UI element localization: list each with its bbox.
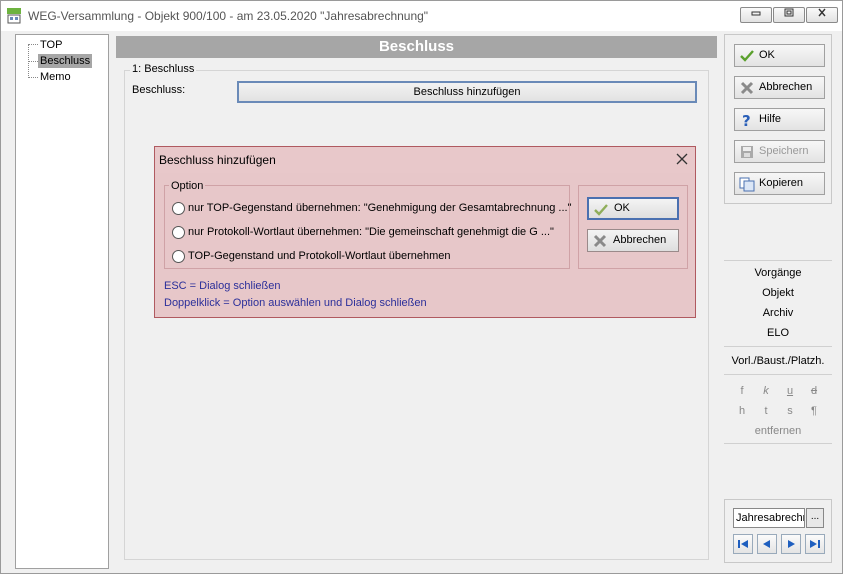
nav-prev-button[interactable] [757,534,777,554]
tree-item-beschluss[interactable]: Beschluss [38,54,93,68]
tree-connector [28,77,38,78]
format-strike-button[interactable]: d [806,385,822,397]
previous-record-icon [763,540,770,548]
next-record-icon [788,540,795,548]
ok-button[interactable]: OK [734,44,825,67]
help-icon: ? [742,112,751,128]
copy-label: Kopieren [759,177,804,189]
close-icon [818,8,826,17]
option-label-top[interactable]: nur TOP-Gegenstand übernehmen: "Genehmig… [188,202,571,214]
link-archiv[interactable]: Archiv [724,307,832,319]
ok-label: OK [759,49,775,61]
tree-connector [28,61,38,62]
cancel-label: Abbrechen [759,81,813,93]
close-window-button[interactable] [806,7,838,23]
add-beschluss-dialog: Beschluss hinzufügen Option nur TOP-Gege… [154,146,696,318]
record-selector[interactable]: Jahresabrechn [733,508,805,528]
link-panel: Vorgänge Objekt Archiv ELO Vorl./Baust./… [724,260,832,444]
tree-item-memo[interactable]: Memo [38,70,73,84]
add-beschluss-button[interactable]: Beschluss hinzufügen [237,81,697,103]
title-bar: WEG-Versammlung - Objekt 900/100 - am 23… [1,1,842,31]
link-elo[interactable]: ELO [724,327,832,339]
format-italic-button[interactable]: k [758,385,774,397]
hint-esc: ESC = Dialog schließen [164,280,281,292]
app-icon [7,8,21,24]
last-record-icon [810,540,820,548]
option-radio-wortlaut[interactable] [172,226,185,239]
page-title: Beschluss [116,36,717,58]
tree-connector [28,44,38,45]
format-bold-button[interactable]: f [734,385,750,397]
record-navigation-panel: Jahresabrechn ... [724,499,832,563]
main-window: WEG-Versammlung - Objekt 900/100 - am 23… [0,0,843,574]
link-objekt[interactable]: Objekt [724,287,832,299]
option-radio-both[interactable] [172,250,185,263]
option-label-both[interactable]: TOP-Gegenstand und Protokoll-Wortlaut üb… [188,250,451,262]
record-browse-button[interactable]: ... [806,508,824,528]
remove-format-button[interactable]: entfernen [724,425,832,437]
navigation-tree: TOP Beschluss Memo [15,34,109,569]
option-radio-top[interactable] [172,202,185,215]
svg-text:?: ? [742,112,751,128]
nav-first-button[interactable] [733,534,753,554]
dialog-close-icon[interactable] [674,151,690,167]
dialog-ok-button[interactable]: OK [587,197,679,220]
dialog-cancel-button[interactable]: Abbrechen [587,229,679,252]
cross-icon [593,234,607,248]
format-s-button[interactable]: s [782,405,798,417]
option-group-label: Option [169,180,206,192]
divider [724,346,832,347]
link-vorl-baust-platzh[interactable]: Vorl./Baust./Platzh. [724,355,832,367]
window-title: WEG-Versammlung - Objekt 900/100 - am 23… [28,9,429,23]
link-vorgaenge[interactable]: Vorgänge [724,267,832,279]
copy-icon [739,177,755,192]
maximize-icon [784,8,794,17]
first-record-icon [738,540,748,548]
hint-doubleclick: Doppelklick = Option auswählen und Dialo… [164,297,427,309]
minimize-icon [751,11,761,16]
save-label: Speichern [759,145,809,157]
group-label: 1: Beschluss [130,63,197,75]
checkmark-icon [594,204,608,216]
minimize-button[interactable] [740,7,772,23]
save-button[interactable]: Speichern [734,140,825,163]
format-t-button[interactable]: t [758,405,774,417]
format-paragraph-button[interactable]: ¶ [806,405,822,417]
cancel-button[interactable]: Abbrechen [734,76,825,99]
cross-icon [740,81,754,95]
dialog-title: Beschluss hinzufügen [155,147,695,173]
maximize-button[interactable] [773,7,805,23]
checkmark-icon [740,50,754,62]
nav-last-button[interactable] [805,534,825,554]
help-button[interactable]: ? Hilfe [734,108,825,131]
beschluss-field-label: Beschluss: [132,84,186,96]
dialog-cancel-label: Abbrechen [613,234,667,246]
option-label-wortlaut[interactable]: nur Protokoll-Wortlaut übernehmen: "Die … [188,226,554,238]
tree-item-top[interactable]: TOP [38,38,64,52]
format-h-button[interactable]: h [734,405,750,417]
format-underline-button[interactable]: u [782,385,798,397]
help-label: Hilfe [759,113,782,125]
nav-next-button[interactable] [781,534,801,554]
copy-button[interactable]: Kopieren [734,172,825,195]
divider [724,374,832,375]
floppy-disk-icon [741,146,753,158]
action-sidebar: OK Abbrechen ? Hilfe Speichern Kopieren [724,34,832,204]
dialog-ok-label: OK [614,202,630,214]
